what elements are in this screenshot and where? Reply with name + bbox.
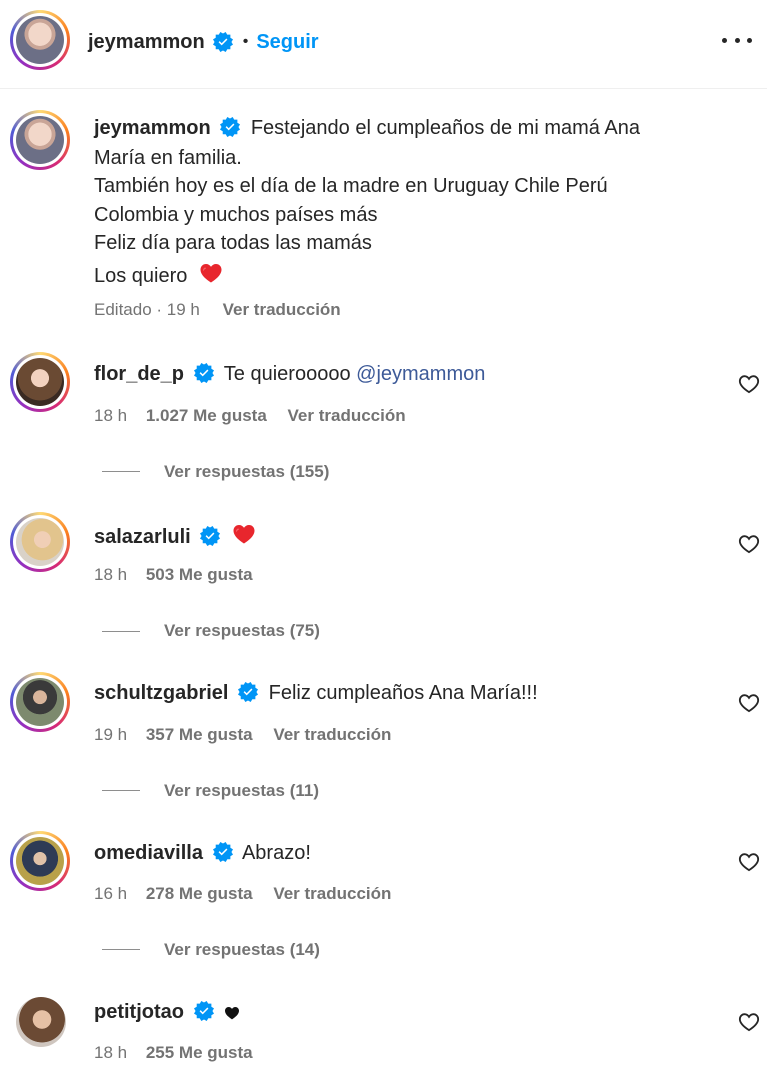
red-heart-emoji — [199, 261, 223, 285]
comment-avatar-omediavilla[interactable] — [10, 831, 70, 891]
comment-meta-1: 18 h 1.027 Me gusta Ver traducción — [94, 406, 406, 426]
caption-text-line-6: Los quiero — [94, 261, 223, 288]
comment-time: 18 h — [94, 1043, 128, 1062]
comment-translate-link[interactable]: Ver traducción — [273, 884, 391, 903]
comment-meta-4: 16 h 278 Me gusta Ver traducción — [94, 884, 391, 904]
comment-username[interactable]: schultzgabriel — [94, 682, 228, 704]
verified-badge-icon — [194, 363, 214, 383]
view-replies-button[interactable]: Ver respuestas (14) — [164, 940, 320, 960]
header-divider — [0, 88, 767, 89]
more-options-icon[interactable] — [722, 30, 752, 50]
caption-text-line-5: Feliz día para todas las mamás — [94, 232, 372, 254]
comment-row-5: petitjotao — [94, 1001, 240, 1024]
caption-avatar[interactable] — [10, 110, 70, 170]
caption-text-line-2: María en familia. — [94, 147, 242, 169]
caption-text-line-3: También hoy es el día de la madre en Uru… — [94, 175, 608, 197]
like-heart-icon[interactable] — [738, 533, 760, 555]
replies-divider-line — [102, 949, 140, 950]
replies-divider-line — [102, 631, 140, 632]
caption-line-1: jeymammon Festejando el cumpleaños de mi… — [94, 117, 640, 140]
comment-username[interactable]: salazarluli — [94, 526, 191, 548]
comment-likes[interactable]: 1.027 Me gusta — [146, 406, 267, 425]
comment-avatar-petitjotao[interactable] — [16, 997, 66, 1047]
comment-time: 16 h — [94, 884, 128, 903]
comment-avatar-schultzgabriel[interactable] — [10, 672, 70, 732]
comment-text: Feliz cumpleaños Ana María!!! — [268, 682, 538, 704]
comment-text: Te quierooooo — [223, 363, 351, 385]
like-heart-icon[interactable] — [738, 692, 760, 714]
verified-badge-icon — [194, 1001, 214, 1021]
comment-row-2: salazarluli — [94, 522, 256, 549]
caption-meta: Editado · 19 h Ver traducción — [94, 300, 341, 320]
verified-badge-icon — [213, 32, 233, 52]
caption-edited: Editado · 19 h — [94, 300, 200, 319]
verified-badge-icon — [200, 526, 220, 546]
black-heart-icon — [224, 1005, 240, 1021]
comment-time: 18 h — [94, 406, 128, 425]
comment-likes[interactable]: 357 Me gusta — [146, 725, 253, 744]
verified-badge-icon — [213, 842, 233, 862]
comment-avatar-salazarluli[interactable] — [10, 512, 70, 572]
comment-text: Abrazo! — [241, 842, 311, 864]
comment-translate-link[interactable]: Ver traducción — [288, 406, 406, 425]
header-username-row: jeymammon • Seguir — [88, 28, 319, 56]
red-heart-emoji — [232, 522, 256, 546]
verified-badge-icon — [220, 117, 240, 137]
replies-divider-line — [102, 790, 140, 791]
header-username[interactable]: jeymammon — [88, 31, 205, 54]
verified-badge-icon — [238, 682, 258, 702]
caption-username[interactable]: jeymammon — [94, 117, 211, 139]
caption-translate-link[interactable]: Ver traducción — [223, 300, 341, 319]
comment-likes[interactable]: 255 Me gusta — [146, 1043, 253, 1062]
header-avatar[interactable] — [10, 10, 70, 70]
comment-time: 19 h — [94, 725, 128, 744]
view-replies-button[interactable]: Ver respuestas (75) — [164, 621, 320, 641]
like-heart-icon[interactable] — [738, 1011, 760, 1033]
like-heart-icon[interactable] — [738, 373, 760, 395]
comment-username[interactable]: flor_de_p — [94, 363, 184, 385]
comment-mention[interactable]: @jeymammon — [356, 363, 485, 385]
comment-translate-link[interactable]: Ver traducción — [273, 725, 391, 744]
header-separator: • — [242, 33, 249, 50]
view-replies-button[interactable]: Ver respuestas (155) — [164, 462, 329, 482]
replies-divider-line — [102, 471, 140, 472]
follow-button[interactable]: Seguir — [256, 31, 318, 54]
comment-row-1: flor_de_p Te quierooooo @jeymammon — [94, 363, 485, 386]
comment-meta-5: 18 h 255 Me gusta — [94, 1043, 253, 1063]
caption-text-line-6-text: Los quiero — [94, 265, 188, 287]
comment-meta-2: 18 h 503 Me gusta — [94, 565, 253, 585]
comment-meta-3: 19 h 357 Me gusta Ver traducción — [94, 725, 391, 745]
comment-avatar-flor-de-p[interactable] — [10, 352, 70, 412]
caption-text-line-1: Festejando el cumpleaños de mi mamá Ana — [250, 117, 640, 139]
like-heart-icon[interactable] — [738, 851, 760, 873]
view-replies-button[interactable]: Ver respuestas (11) — [164, 781, 319, 801]
comment-likes[interactable]: 503 Me gusta — [146, 565, 253, 584]
comment-likes[interactable]: 278 Me gusta — [146, 884, 253, 903]
comment-row-4: omediavilla Abrazo! — [94, 842, 311, 865]
comment-username[interactable]: omediavilla — [94, 842, 203, 864]
comment-time: 18 h — [94, 565, 128, 584]
comment-row-3: schultzgabriel Feliz cumpleaños Ana Marí… — [94, 682, 538, 705]
comment-username[interactable]: petitjotao — [94, 1001, 184, 1023]
caption-text-line-4: Colombia y muchos países más — [94, 204, 378, 226]
